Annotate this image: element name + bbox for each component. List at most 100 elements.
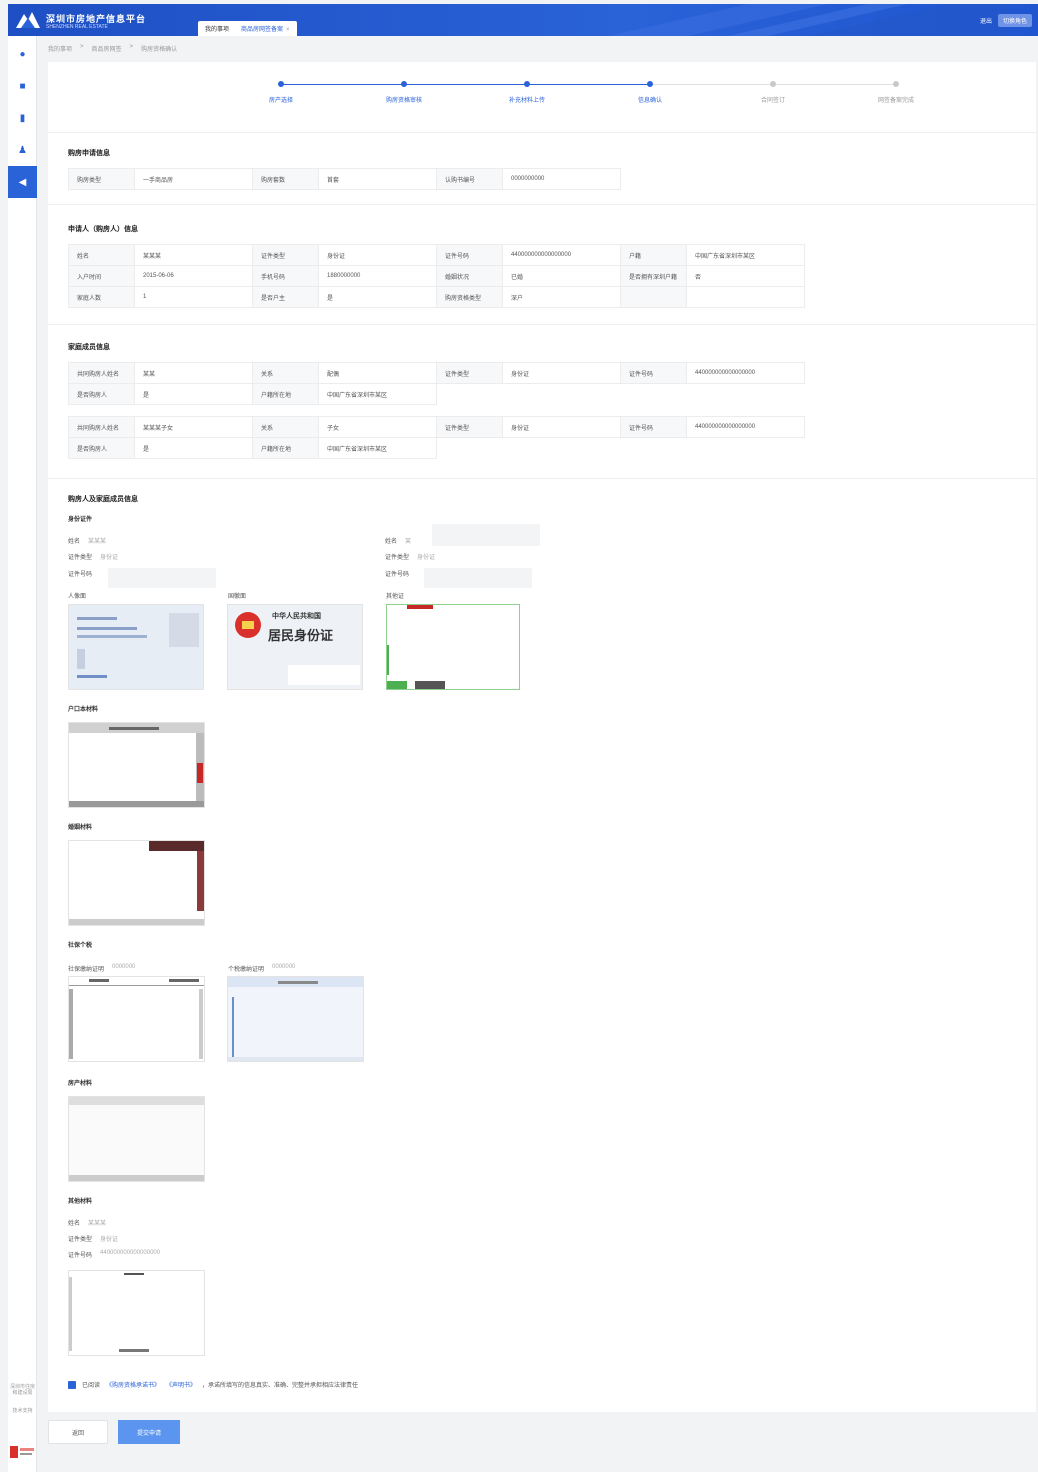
- social-proof-thumbnail[interactable]: [68, 976, 205, 1062]
- table-key-cell: 购房套数: [252, 168, 319, 190]
- table-key-cell: 户籍所在地: [252, 437, 319, 459]
- table-value-cell: 某某某: [134, 244, 253, 266]
- marriage-thumbnail[interactable]: [68, 840, 205, 926]
- stepper-dot-icon: [893, 81, 899, 87]
- stepper-label: 网签备案完成: [877, 98, 914, 104]
- field-label: 社保缴纳证明: [68, 967, 105, 973]
- hukou-thumbnail[interactable]: [68, 722, 205, 808]
- social-subtitle: 社保个税: [68, 943, 93, 949]
- sidebar-item-home[interactable]: ●: [8, 38, 37, 70]
- field-label: 证件类型: [68, 1237, 93, 1243]
- id-number-input-left[interactable]: [108, 568, 216, 588]
- photo-label-front: 人像面: [68, 591, 86, 600]
- stepper-step: 补充材料上传: [482, 78, 572, 104]
- field-label: 证件类型: [68, 555, 93, 561]
- divider: [48, 204, 1036, 205]
- field-value: 某某某: [88, 1221, 107, 1227]
- family-member-table-1: 共同购房人姓名 某某 关系 配偶 证件类型 身份证 证件号码 4400000000000000…: [68, 362, 805, 405]
- declaration-link[interactable]: 《声明书》: [166, 1380, 196, 1389]
- agreement-suffix: ，承诺所填写的信息真实、准确、完整并承担相应法律责任: [202, 1383, 359, 1389]
- social-proof-field: 社保缴纳证明 0000000: [68, 964, 135, 973]
- header-actions: 退出 切换角色: [980, 14, 1032, 27]
- field-value: 0000000: [272, 964, 296, 970]
- sidebar-item-user[interactable]: ♟: [8, 134, 37, 166]
- table-value-cell: 某某某子女: [134, 416, 253, 438]
- breadcrumb: 我的事项 > 商品房网签 > 购房资格确认: [48, 44, 177, 53]
- table-key-cell: 手机号码: [252, 265, 319, 287]
- other-thumbnail[interactable]: [68, 1270, 205, 1356]
- table-value-cell: 是: [318, 286, 437, 308]
- table-key-cell: 购房资格类型: [436, 286, 503, 308]
- field-label: 证件类型: [385, 555, 410, 561]
- name-input-right[interactable]: [432, 524, 540, 546]
- table-value-cell: 一手商品房: [134, 168, 253, 190]
- close-icon[interactable]: ×: [286, 27, 290, 33]
- stepper-step: 合同签订: [728, 78, 818, 104]
- breadcrumb-item[interactable]: 商品房网签: [92, 44, 122, 53]
- stepper-label: 房产选择: [268, 98, 293, 104]
- table-key-cell: 证件类型: [252, 244, 319, 266]
- id-back-thumbnail[interactable]: 中华人民共和国 居民身份证: [227, 604, 363, 690]
- commitment-letter-link[interactable]: 《购房资格承诺书》: [106, 1380, 160, 1389]
- tab-my-items[interactable]: 我的事项: [202, 24, 232, 33]
- sidebar-item-document[interactable]: ▮: [8, 102, 37, 134]
- sidebar: ● ■ ▮ ♟ ◀ 深圳市住房和建设局 技术支持: [8, 36, 37, 1472]
- table-key-cell: 证件号码: [620, 416, 687, 438]
- calendar-icon: ■: [19, 80, 26, 92]
- table-row: 是否购房人是户籍所在地 中国广东省深圳市某区: [68, 383, 805, 405]
- table-key-cell: 关系: [252, 416, 319, 438]
- table-value-cell: 2015-06-06: [134, 265, 253, 287]
- field-label: 姓名: [385, 539, 398, 545]
- id-front-thumbnail[interactable]: [68, 604, 204, 690]
- field-label: 姓名: [68, 1221, 81, 1227]
- social-proof-image: [69, 977, 204, 1061]
- table-key-cell: 共同购房人姓名: [68, 416, 135, 438]
- stepper-dot-icon: [524, 81, 530, 87]
- main-card: 房产选择 购房资格审核 补充材料上传 信息确认 合同签订 网签备案完成 购房申请信息 购房…: [48, 62, 1036, 1412]
- breadcrumb-separator: >: [80, 44, 84, 50]
- table-row: 是否购房人是户籍所在地 中国广东省深圳市某区: [68, 437, 805, 459]
- id-number-input-right[interactable]: [424, 568, 532, 588]
- table-key-cell: 证件号码: [436, 244, 503, 266]
- house-thumbnail[interactable]: [68, 1096, 205, 1182]
- purchase-info-table: 购房类型 一手商品房 购房套数 首套 认购书编号 0000000000: [68, 168, 621, 190]
- back-button[interactable]: 返回: [48, 1420, 108, 1444]
- breadcrumb-item[interactable]: 我的事项: [48, 44, 72, 53]
- table-key-cell: 购房类型: [68, 168, 135, 190]
- other-name-field: 姓名 某某某: [68, 1218, 106, 1227]
- government-logo-icon: [10, 1444, 34, 1460]
- tab-contract-filing[interactable]: 商品房网签备案 ×: [238, 24, 293, 33]
- marriage-subtitle: 婚姻材料: [68, 825, 93, 831]
- field-value: 440000000000000000: [100, 1250, 161, 1256]
- id-card-header-text: 中华人民共和国: [272, 613, 321, 620]
- table-value-cell: 身份证: [318, 244, 437, 266]
- hukou-subtitle: 户口本材料: [68, 707, 99, 713]
- progress-stepper: 房产选择 购房资格审核 补充材料上传 信息确认 合同签订 网签备案完成: [228, 78, 914, 108]
- divider: [48, 132, 1036, 133]
- logout-link[interactable]: 退出: [980, 16, 992, 25]
- field-value: 0000000: [112, 964, 136, 970]
- table-key-cell: 是否购房人: [68, 383, 135, 405]
- other-cert-image: [387, 605, 519, 689]
- stepper-dot-icon: [278, 81, 284, 87]
- table-key-cell: 户籍所在地: [252, 383, 319, 405]
- agreement-checkbox[interactable]: [68, 1380, 76, 1389]
- tax-proof-thumbnail[interactable]: [227, 976, 364, 1062]
- id-card-title-text: 居民身份证: [268, 629, 334, 644]
- table-value-cell: 440000000000000000: [686, 416, 805, 438]
- sidebar-item-send[interactable]: ◀: [8, 166, 37, 198]
- table-value-cell: 否: [686, 265, 805, 287]
- switch-role-button[interactable]: 切换角色: [997, 14, 1032, 27]
- stepper-label: 信息确认: [637, 98, 662, 104]
- section-title-materials: 购房人及家庭成员信息: [68, 496, 138, 503]
- stepper-dot-icon: [401, 81, 407, 87]
- tab-contract-filing-label: 商品房网签备案: [241, 27, 284, 33]
- other-cert-thumbnail[interactable]: [386, 604, 520, 690]
- user-icon: ♟: [18, 144, 27, 156]
- table-key-cell: 户籍: [620, 244, 687, 266]
- sidebar-item-calendar[interactable]: ■: [8, 70, 37, 102]
- field-value: 身份证: [417, 555, 436, 561]
- submit-button[interactable]: 提交申请: [118, 1420, 180, 1444]
- app-subtitle: SHENZHEN REAL ESTATE: [46, 24, 108, 30]
- photo-label-back: 国徽面: [228, 591, 246, 600]
